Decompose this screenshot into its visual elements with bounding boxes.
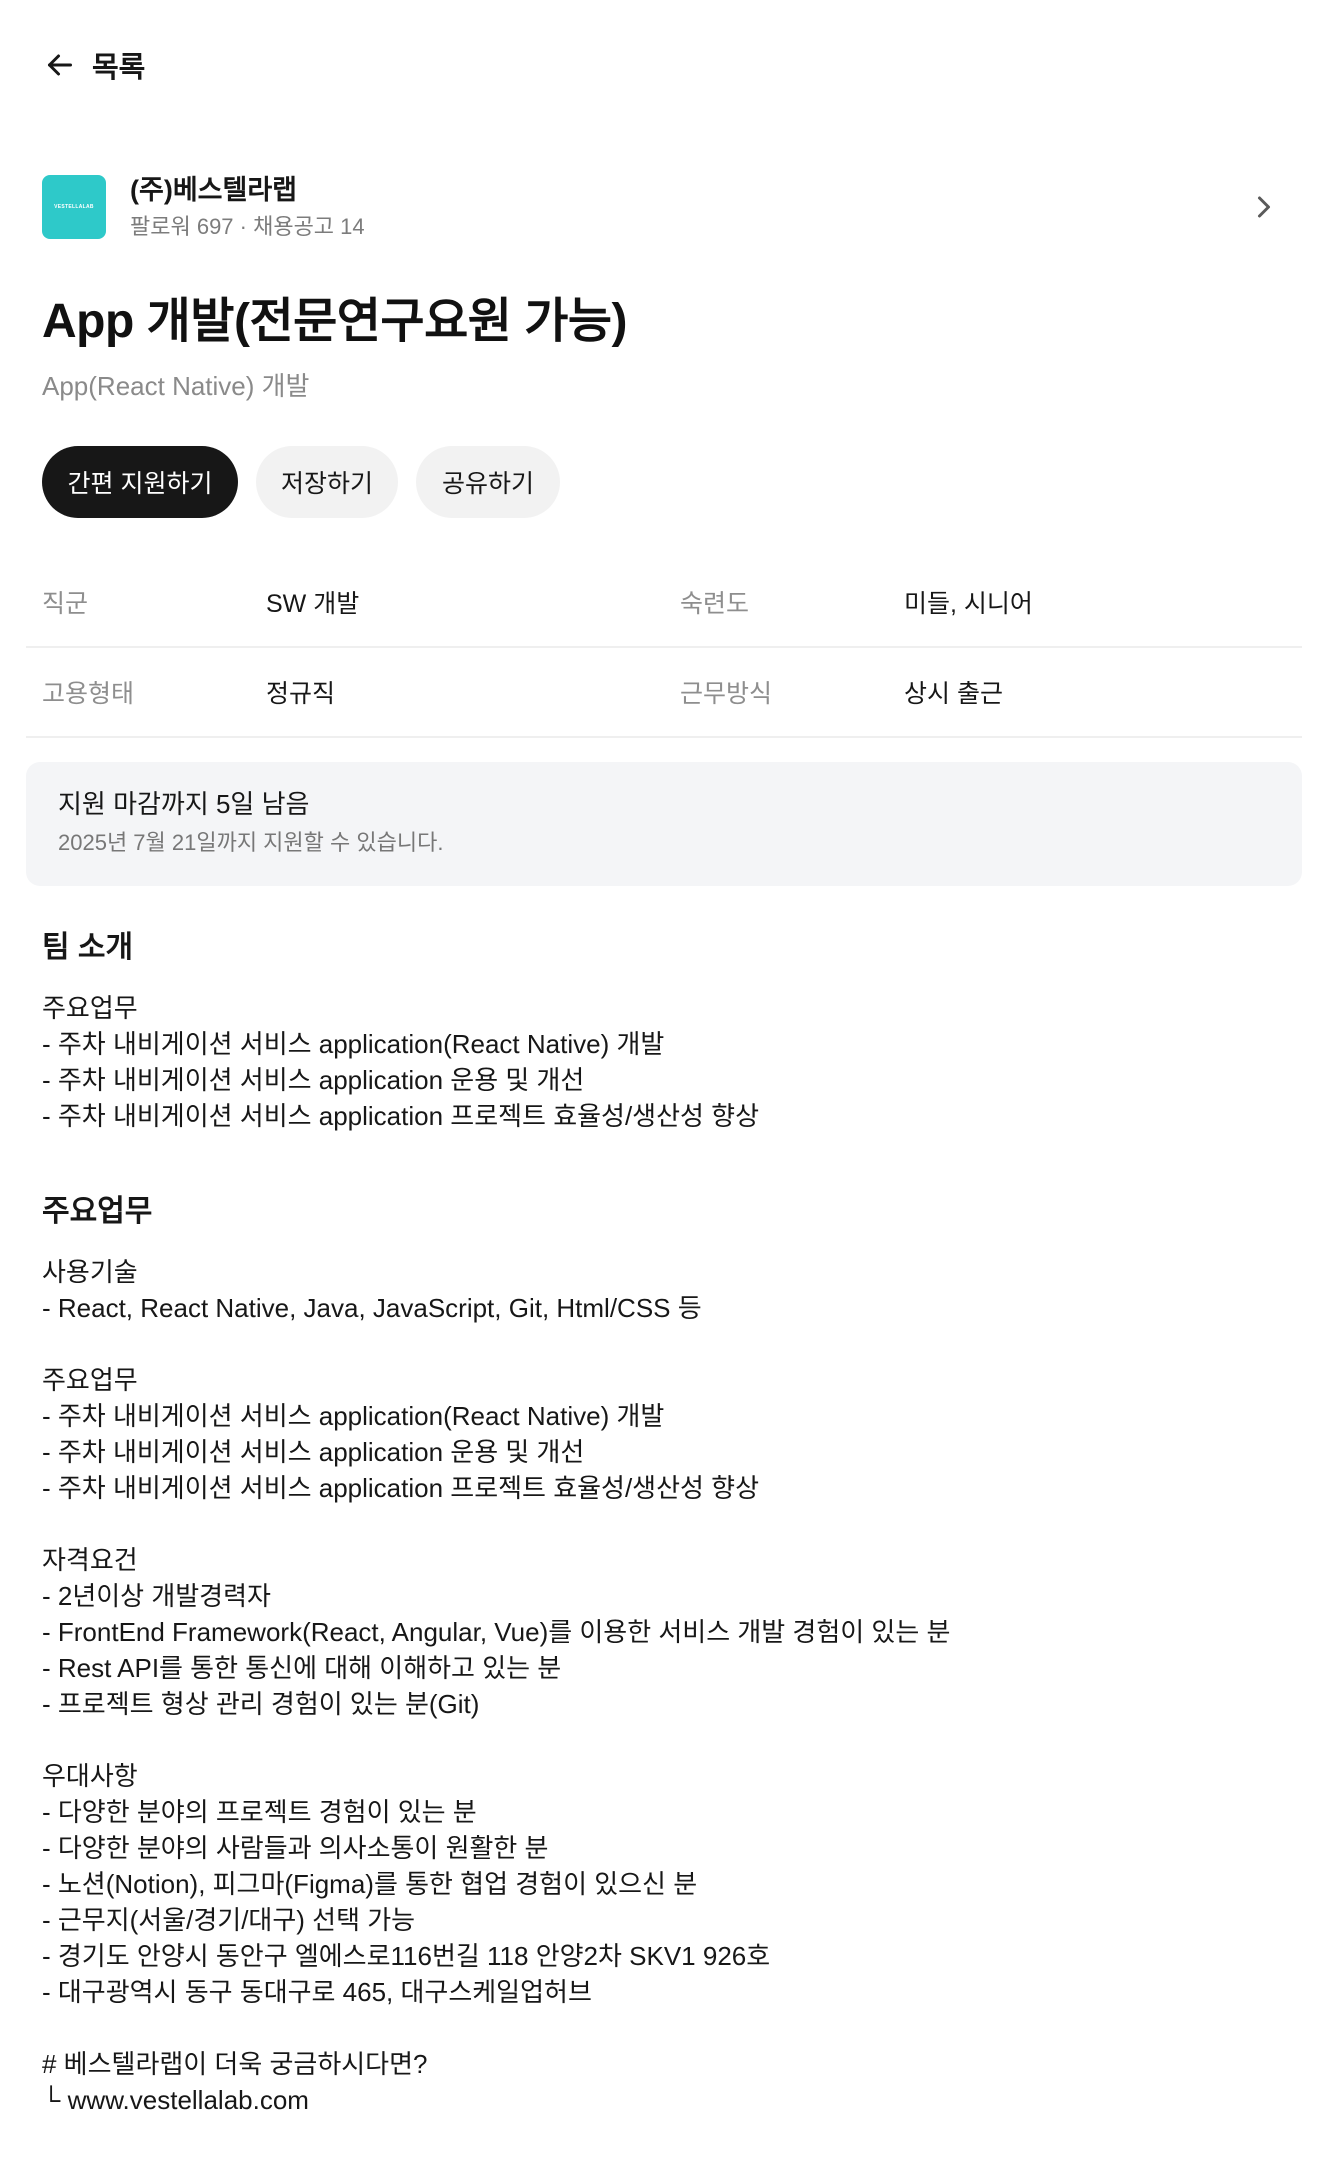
quick-apply-button[interactable]: 간편 지원하기 (42, 446, 238, 518)
company-logo-text: VESTELLALAB (54, 204, 94, 210)
back-button[interactable]: 목록 (42, 40, 145, 90)
info-key-employment-type: 고용형태 (42, 680, 135, 708)
company-meta: 팔로워 697 · 채용공고 14 (130, 214, 365, 239)
job-detail-page: 목록 VESTELLALAB (주)베스텔라랩 팔로워 697 · 채용공고 1… (0, 0, 1328, 2168)
info-value-employment-type: 정규직 (266, 680, 336, 708)
info-value-work-mode: 상시 출근 (904, 680, 1003, 708)
deadline-title: 지원 마감까지 5일 남음 (58, 789, 310, 819)
save-button[interactable]: 저장하기 (256, 446, 398, 518)
info-key-job-group: 직군 (42, 590, 89, 618)
info-key-work-mode: 근무방식 (680, 680, 773, 708)
info-key-seniority: 숙련도 (680, 590, 750, 618)
team-intro-heading: 팀 소개 (42, 931, 134, 964)
info-value-job-group: SW 개발 (266, 590, 360, 618)
chevron-right-icon[interactable] (1246, 189, 1282, 225)
action-buttons: 간편 지원하기 저장하기 공유하기 (42, 446, 560, 518)
deadline-notice: 지원 마감까지 5일 남음 2025년 7월 21일까지 지원할 수 있습니다. (26, 762, 1302, 886)
info-value-seniority: 미들, 시니어 (904, 590, 1033, 618)
company-card[interactable]: VESTELLALAB (주)베스텔라랩 팔로워 697 · 채용공고 14 (42, 172, 1282, 242)
job-info-table: 직군 SW 개발 숙련도 미들, 시니어 고용형태 정규직 근무방식 상시 출근 (26, 558, 1302, 738)
company-logo: VESTELLALAB (42, 175, 106, 239)
team-intro-body: 주요업무 - 주차 내비게이션 서비스 application(React Na… (42, 993, 760, 1131)
arrow-left-icon (48, 54, 72, 76)
main-duties-body: 사용기술 - React, React Native, Java, JavaSc… (42, 1257, 951, 2115)
info-row: 직군 SW 개발 숙련도 미들, 시니어 (26, 558, 1302, 648)
share-button[interactable]: 공유하기 (416, 446, 560, 518)
company-name: (주)베스텔라랩 (130, 175, 298, 205)
company-info: (주)베스텔라랩 팔로워 697 · 채용공고 14 (130, 173, 1246, 241)
back-label: 목록 (92, 52, 146, 84)
main-duties-heading: 주요업무 (42, 1195, 153, 1228)
info-row: 고용형태 정규직 근무방식 상시 출근 (26, 648, 1302, 738)
job-subtitle: App(React Native) 개발 (42, 371, 310, 401)
job-title: App 개발(전문연구요원 가능) (42, 295, 628, 348)
deadline-subtitle: 2025년 7월 21일까지 지원할 수 있습니다. (58, 830, 444, 855)
